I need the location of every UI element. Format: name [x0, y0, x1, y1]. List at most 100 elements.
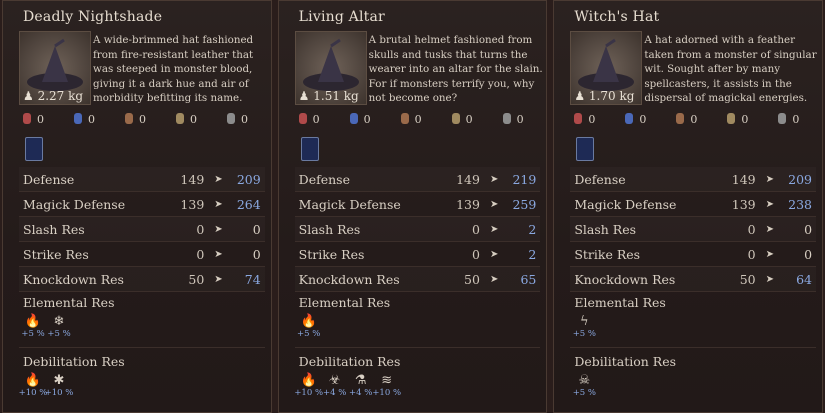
debilitation-pct: +5 % — [572, 388, 596, 398]
stat-row: Strike Res 0 ➤ 2 — [294, 242, 541, 267]
equipment-panel-3: Witch's Hat ♟ 1.70 kg A hat adorned with … — [553, 0, 824, 413]
stat-label: Slash Res — [23, 221, 85, 237]
strike-resist-icon: 0 — [727, 113, 748, 126]
stat-row: Slash Res 0 ➤ 2 — [294, 217, 541, 242]
armor-resist-icon: 0 — [778, 113, 799, 126]
lightning-icon: ϟ +5 % — [572, 314, 596, 339]
armor-resist-icon: 0 — [502, 113, 524, 126]
resistance-row: 0 0 0 0 0 — [574, 113, 799, 126]
stat-new: 65 — [520, 271, 537, 287]
arrow-icon: ➤ — [214, 173, 223, 185]
stat-new: 0 — [804, 221, 813, 237]
stat-label: Slash Res — [298, 221, 361, 237]
stat-new: 209 — [788, 171, 813, 187]
stat-label: Defense — [23, 171, 75, 187]
stat-new: 2 — [528, 221, 537, 237]
resistance-value: 0 — [241, 113, 248, 126]
arrow-icon: ➤ — [489, 248, 499, 260]
stat-new: 64 — [796, 271, 813, 287]
arrow-icon: ➤ — [214, 223, 223, 235]
burn-icon: 🔥 +10 % — [294, 373, 323, 398]
stat-new: 264 — [236, 196, 261, 212]
arrow-icon: ➤ — [489, 173, 499, 185]
debilitation-pct: +4 % — [349, 388, 373, 398]
elemental-pct: +5 % — [572, 329, 596, 339]
burn-icon: 🔥 +10 % — [19, 373, 48, 398]
stat-row: Strike Res 0 ➤ 0 — [570, 242, 817, 267]
elemental-res-label: Elemental Res — [298, 295, 391, 310]
stat-current: 50 — [739, 271, 756, 287]
skull-icon: ☠ +5 % — [572, 373, 596, 398]
resistance-value: 0 — [88, 113, 95, 126]
resistance-row: 0 0 0 0 0 — [298, 113, 524, 126]
stat-label: Strike Res — [23, 246, 89, 262]
fire-resist-icon: 0 — [298, 113, 320, 126]
resistance-value: 0 — [312, 113, 320, 126]
stat-row: Slash Res 0 ➤ 0 — [19, 217, 265, 242]
stat-label: Magick Defense — [23, 196, 126, 212]
stat-label: Strike Res — [574, 246, 641, 262]
stat-label: Magick Defense — [298, 196, 401, 212]
item-weight: ♟ 1.70 kg — [574, 89, 635, 103]
arrow-icon: ➤ — [765, 273, 775, 285]
icon-glyph: 🔥 — [24, 314, 42, 329]
stat-list: Defense 149 ➤ 209 Magick Defense 139 ➤ 2… — [19, 167, 265, 292]
fire-resist-icon: 0 — [23, 113, 44, 126]
stat-new: 0 — [804, 246, 813, 262]
vocation-crest-icon — [25, 137, 43, 161]
resistance-value: 0 — [465, 113, 473, 126]
stat-current: 50 — [464, 271, 480, 287]
icon-glyph: 🔥 — [24, 373, 42, 388]
fire-icon: 🔥 +5 % — [21, 314, 45, 339]
resistance-value: 0 — [139, 113, 146, 126]
arrow-icon: ➤ — [214, 248, 223, 260]
stat-current: 149 — [731, 171, 756, 187]
stat-new: 259 — [512, 196, 537, 212]
stat-new: 0 — [252, 221, 261, 237]
icon-glyph: ❄ — [53, 314, 65, 329]
stat-current: 139 — [731, 196, 756, 212]
slash-resist-icon: 0 — [676, 113, 697, 126]
stat-current: 149 — [456, 171, 480, 187]
stat-new: 2 — [528, 246, 537, 262]
arrow-icon: ➤ — [765, 248, 775, 260]
debilitation-res-label: Debilitation Res — [298, 354, 401, 369]
ice-resist-icon: 0 — [74, 113, 95, 126]
stat-row: Slash Res 0 ➤ 0 — [570, 217, 817, 242]
strike-resist-icon: 0 — [451, 113, 473, 126]
stat-row: Magick Defense 139 ➤ 238 — [570, 192, 817, 217]
resistance-value: 0 — [792, 113, 800, 126]
resistance-value: 0 — [588, 113, 596, 126]
item-title: Witch's Hat — [574, 9, 660, 25]
icon-glyph: 🔥 — [300, 373, 317, 388]
equipment-panel-2: Living Altar ♟ 1.51 kg A brutal helmet fa… — [277, 0, 548, 413]
stat-current: 139 — [180, 196, 205, 212]
resistance-value: 0 — [690, 113, 698, 126]
elemental-res-label: Elemental Res — [574, 295, 666, 310]
wave-icon: ≋ +10 % — [372, 373, 401, 398]
icon-glyph: 🔥 — [300, 314, 317, 329]
stat-row: Defense 149 ➤ 219 — [294, 167, 541, 192]
stat-new: 238 — [788, 196, 813, 212]
icon-glyph: ✱ — [53, 373, 65, 388]
stat-current: 0 — [472, 221, 480, 237]
stat-current: 50 — [188, 271, 205, 287]
stat-row: Knockdown Res 50 ➤ 74 — [19, 267, 265, 292]
item-description: A wide-brimmed hat fashioned from fire-r… — [93, 34, 254, 104]
divider — [19, 347, 265, 348]
stat-current: 149 — [180, 171, 205, 187]
elemental-pct: +5 % — [297, 329, 321, 339]
arrow-icon: ➤ — [214, 273, 223, 285]
stat-current: 139 — [456, 196, 480, 212]
debilitation-pct: +10 % — [294, 388, 324, 398]
icon-glyph: ≋ — [381, 373, 393, 388]
elemental-icons: 🔥 +5 % ❄ +5 % — [21, 314, 70, 339]
elemental-icons: ϟ +5 % — [572, 314, 596, 339]
stat-current: 0 — [747, 221, 756, 237]
icon-glyph: ☠ — [578, 373, 591, 388]
stat-row: Magick Defense 139 ➤ 259 — [294, 192, 541, 217]
elemental-pct: +5 % — [21, 329, 45, 339]
icon-glyph: ⚗ — [354, 373, 367, 388]
ice-icon: ❄ +5 % — [47, 314, 70, 339]
stat-row: Magick Defense 139 ➤ 264 — [19, 192, 265, 217]
